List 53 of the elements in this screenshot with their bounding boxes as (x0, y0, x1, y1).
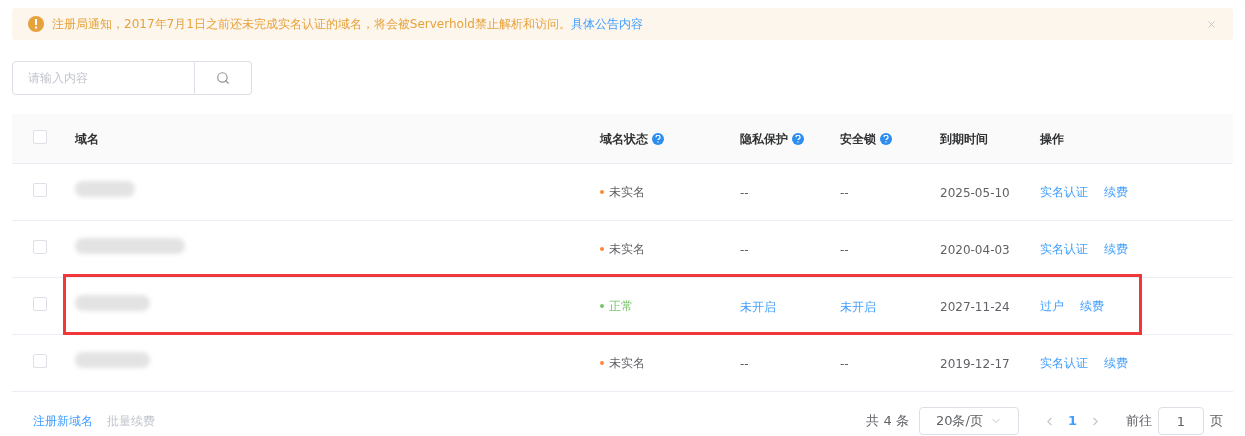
table-cell: 2019-12-17 (940, 357, 1010, 371)
column-header: 到期时间 (940, 130, 988, 148)
action-link[interactable]: 续费 (1104, 183, 1128, 201)
goto-label: 前往 (1126, 412, 1152, 431)
search-icon (216, 71, 230, 85)
status-text: 未实名 (609, 355, 645, 372)
page-input[interactable]: 1 (1158, 407, 1204, 435)
action-link[interactable]: 过户 (1040, 297, 1064, 315)
table-cell: -- (740, 243, 749, 257)
action-link[interactable]: 实名认证 (1040, 240, 1088, 258)
close-icon[interactable] (1206, 18, 1217, 30)
search-field[interactable]: 请输入内容 (12, 61, 195, 95)
checkbox[interactable] (33, 354, 47, 368)
register-link[interactable]: 注册新域名 (33, 412, 93, 430)
page-suffix: 页 (1210, 412, 1223, 431)
column-header: 域名状态 (600, 130, 648, 148)
search-button[interactable] (195, 61, 252, 95)
help-icon[interactable] (880, 132, 892, 145)
link[interactable]: 未开启 (840, 300, 876, 314)
table-cell: -- (740, 186, 749, 200)
checkbox[interactable] (33, 240, 47, 254)
checkbox[interactable] (33, 129, 47, 144)
page-size-select[interactable]: 20条/页 (918, 407, 1019, 435)
warning-icon (28, 16, 44, 32)
column-header: 域名 (75, 130, 99, 148)
status-text: 未实名 (609, 241, 645, 258)
table-cell: -- (840, 186, 849, 200)
action-link[interactable]: 实名认证 (1040, 354, 1088, 372)
action-link[interactable]: 实名认证 (1040, 183, 1088, 201)
page-number[interactable]: 1 (1067, 411, 1077, 431)
help-icon[interactable] (652, 132, 664, 145)
table-cell: -- (840, 357, 849, 371)
notice-link[interactable]: 具体公告内容 (570, 15, 643, 33)
checkbox[interactable] (33, 297, 47, 311)
table-cell: 2027-11-24 (940, 300, 1010, 314)
notice-text: 注册局通知，2017年7月1日之前还未完成实名认证的域名，将会被Serverhold禁止解析和访问。 (52, 16, 571, 33)
table-cell: 2025-05-10 (940, 186, 1010, 200)
checkbox[interactable] (33, 183, 47, 197)
help-icon[interactable] (792, 132, 804, 145)
column-header: 操作 (1040, 130, 1064, 148)
link[interactable]: 未开启 (740, 300, 776, 314)
action-link[interactable]: 续费 (1104, 354, 1128, 372)
blurred-domain (75, 181, 135, 197)
action-link[interactable]: 续费 (1104, 240, 1128, 258)
table-cell: 2020-04-03 (940, 243, 1010, 257)
table-cell: -- (740, 357, 749, 371)
action-link[interactable]: 续费 (1080, 297, 1104, 315)
table-cell: -- (840, 243, 849, 257)
total-count: 共 4 条 (866, 412, 909, 431)
column-header: 隐私保护 (740, 130, 788, 148)
column-header: 安全锁 (840, 130, 876, 148)
status-text: 正常 (609, 298, 633, 315)
status-text: 未实名 (609, 184, 645, 201)
